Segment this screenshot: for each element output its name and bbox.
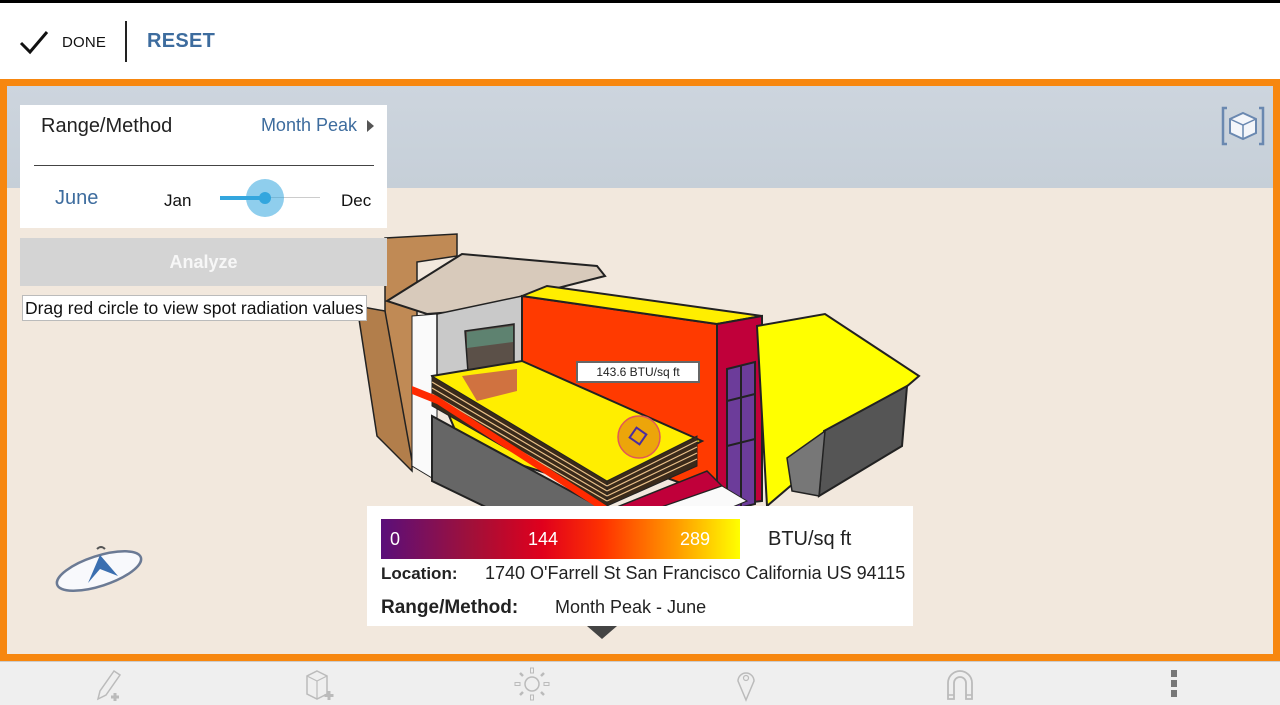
radiation-legend: 0 144 289 BTU/sq ft Location: 1740 O'Far… bbox=[367, 506, 913, 626]
selected-month: June bbox=[55, 187, 99, 209]
color-scale-bar: 0 144 289 bbox=[381, 519, 740, 559]
action-bar-divider bbox=[125, 21, 127, 62]
legend-range-method-value: Month Peak - June bbox=[555, 597, 707, 617]
chevron-right-icon bbox=[367, 119, 374, 132]
spot-value-label: 143.6 BTU/sq ft bbox=[576, 361, 700, 383]
compass-button[interactable] bbox=[52, 541, 147, 596]
range-method-value: Month Peak bbox=[260, 115, 357, 135]
action-bar: DONE RESET bbox=[0, 3, 1280, 79]
compass-icon bbox=[55, 546, 143, 592]
more-vertical-icon bbox=[1171, 670, 1177, 697]
range-method-selector[interactable]: Month Peak bbox=[261, 115, 374, 136]
scale-label-min: 0 bbox=[390, 529, 401, 549]
analyze-button[interactable]: Analyze bbox=[20, 238, 387, 286]
location-key: Location: bbox=[381, 564, 458, 583]
legend-range-method-key: Range/Method: bbox=[381, 597, 519, 618]
view-cube-icon bbox=[1221, 106, 1265, 146]
reset-button[interactable]: RESET bbox=[147, 30, 215, 53]
done-label: DONE bbox=[62, 33, 107, 51]
location-tool-button[interactable] bbox=[716, 664, 776, 704]
drag-hint: Drag red circle to view spot radiation v… bbox=[22, 295, 367, 321]
magnet-icon bbox=[947, 670, 973, 700]
pencil-plus-icon bbox=[96, 669, 122, 701]
snap-tool-button[interactable] bbox=[930, 664, 990, 704]
scale-label-max: 289 bbox=[680, 529, 711, 549]
sun-icon bbox=[514, 667, 550, 701]
analysis-settings-panel: Range/Method Month Peak June Jan Dec bbox=[20, 105, 387, 228]
more-menu-button[interactable] bbox=[1144, 664, 1204, 704]
solar-tool-button[interactable] bbox=[502, 664, 562, 704]
view-cube-button[interactable] bbox=[1219, 102, 1267, 150]
done-button[interactable]: DONE bbox=[18, 25, 106, 59]
range-method-label: Range/Method bbox=[41, 115, 173, 137]
map-pin-icon bbox=[737, 672, 755, 702]
panel-divider bbox=[34, 165, 374, 166]
month-slider[interactable] bbox=[220, 179, 320, 217]
add-box-tool-button[interactable] bbox=[289, 664, 349, 704]
scale-unit: BTU/sq ft bbox=[768, 528, 852, 550]
spot-probe-handle[interactable] bbox=[617, 415, 661, 459]
slider-min-label: Jan bbox=[164, 191, 192, 210]
checkmark-icon bbox=[19, 31, 49, 55]
slider-max-label: Dec bbox=[341, 191, 372, 210]
draw-tool-button[interactable] bbox=[76, 664, 136, 704]
location-value: 1740 O'Farrell St San Francisco Californ… bbox=[485, 563, 906, 583]
cube-plus-icon bbox=[306, 670, 334, 700]
model-base-tip bbox=[587, 626, 617, 639]
3d-viewport[interactable]: 143.6 BTU/sq ft Range/Method Month Peak … bbox=[0, 79, 1280, 661]
bottom-toolbar bbox=[0, 661, 1280, 705]
scale-label-mid: 144 bbox=[528, 529, 559, 549]
slider-thumb[interactable] bbox=[259, 192, 271, 204]
